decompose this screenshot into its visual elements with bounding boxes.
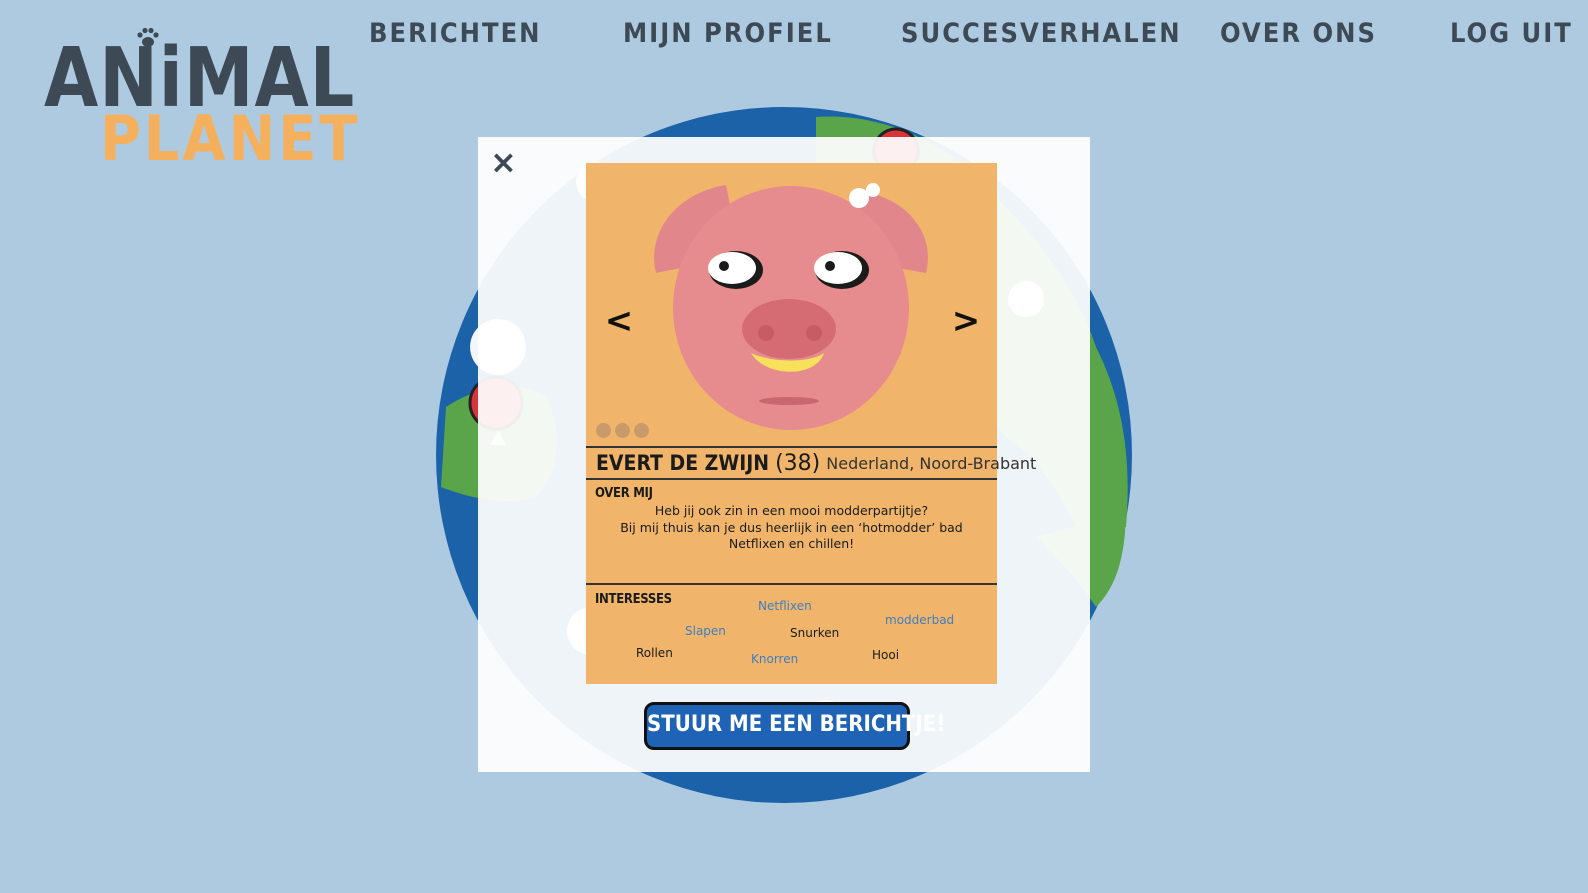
carousel-prev-arrow-icon[interactable]: < — [604, 301, 634, 341]
interests-title: INTERESSES — [595, 592, 672, 607]
carousel-dot[interactable] — [634, 423, 649, 438]
interest-tag: Snurken — [790, 626, 840, 640]
interest-tag: Netflixen — [758, 599, 812, 613]
animal-planet-logo[interactable]: ANiMAL PLANET — [44, 24, 357, 174]
section-divider — [586, 583, 997, 585]
profile-card: < > EVERT DE ZWIJN (38) Nederland, Noord… — [586, 163, 1036, 684]
interest-tag: Knorren — [751, 652, 799, 666]
interest-tag: modderbad — [885, 613, 955, 627]
carousel-dots — [596, 423, 649, 438]
about-line: Heb jij ook zin in een mooi modderpartij… — [654, 503, 929, 518]
interest-tag: Rollen — [636, 646, 673, 660]
profile-photo-pig — [654, 183, 928, 430]
about-title: OVER MIJ — [595, 486, 653, 501]
carousel-dot[interactable] — [615, 423, 630, 438]
profile-header: EVERT DE ZWIJN (38) Nederland, Noord-Bra… — [586, 446, 1036, 480]
send-message-button[interactable]: STUUR ME EEN BERICHTJE! — [644, 702, 945, 750]
about-text: Heb jij ook zin in een mooi modderpartij… — [586, 503, 997, 553]
profile-modal: × < > EVERT DE ZWIJN (38) Nederland, Noo… — [478, 137, 1090, 772]
nav-mijn-profiel[interactable]: MIJN PROFIEL — [623, 18, 833, 49]
interest-tag: Hooi — [872, 648, 900, 662]
nav-over-ons[interactable]: OVER ONS — [1220, 18, 1377, 49]
about-line: Netflixen en chillen! — [728, 536, 855, 551]
profile-name: EVERT DE ZWIJN — [596, 451, 770, 475]
about-line: Bij mij thuis kan je dus heerlijk in een… — [620, 519, 963, 535]
carousel-dot[interactable] — [596, 423, 611, 438]
nav-berichten[interactable]: BERICHTEN — [369, 18, 542, 49]
paw-icon — [137, 27, 159, 47]
interest-tag: Slapen — [685, 624, 726, 638]
profile-location: Nederland, Noord-Brabant — [826, 453, 1037, 473]
carousel-next-arrow-icon[interactable]: > — [951, 301, 981, 341]
logo-text-planet: PLANET — [100, 102, 361, 175]
nav-succesverhalen[interactable]: SUCCESVERHALEN — [901, 18, 1182, 49]
profile-age: (38) — [775, 450, 821, 476]
close-icon[interactable]: × — [490, 146, 517, 178]
nav-log-uit[interactable]: LOG UIT — [1450, 18, 1573, 49]
